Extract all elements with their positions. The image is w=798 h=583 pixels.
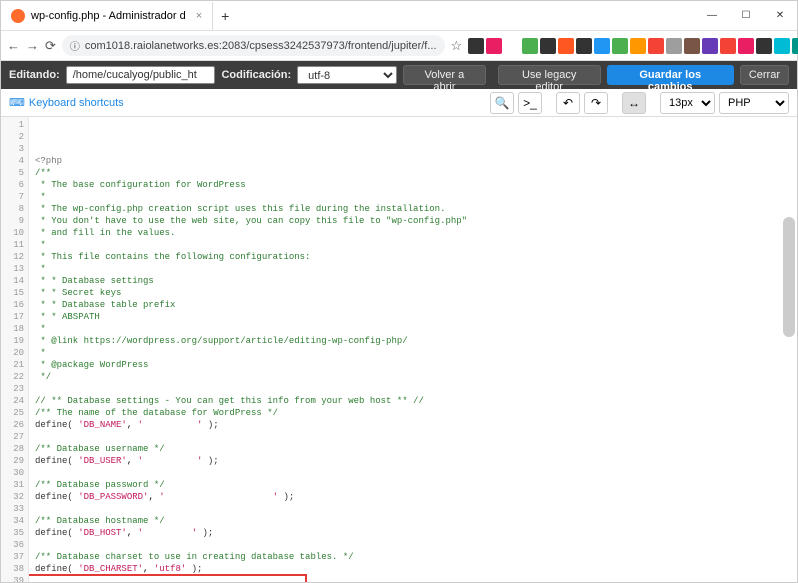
extension-icon[interactable] [666,38,682,54]
wrap-button[interactable]: ↔ [622,92,646,114]
extension-icon[interactable] [684,38,700,54]
browser-urlbar: ← → ⟳ ⓘ com1018.raiolanetworks.es:2083/c… [1,31,797,61]
search-button[interactable]: 🔍 [490,92,514,114]
extension-icon[interactable] [702,38,718,54]
code-content[interactable]: <?php/** * The base configuration for Wo… [29,117,797,582]
redo-button[interactable]: ↷ [584,92,608,114]
fontsize-select[interactable]: 13px [660,92,715,114]
lock-icon: ⓘ [70,38,81,53]
address-bar[interactable]: ⓘ com1018.raiolanetworks.es:2083/cpsess3… [62,35,445,56]
new-tab-button[interactable]: + [213,8,237,24]
browser-tab[interactable]: wp-config.php - Administrador d × [1,2,213,30]
extension-icon[interactable] [540,38,556,54]
close-button[interactable]: Cerrar [740,65,789,85]
code-editor[interactable]: 1234567891011121314151617181920212223242… [1,117,797,582]
extension-icon[interactable] [468,38,484,54]
bookmark-icon[interactable]: ☆ [451,35,463,57]
minimize-button[interactable]: — [695,2,729,30]
extension-icon[interactable] [738,38,754,54]
editing-label: Editando: [9,69,60,81]
undo-button[interactable]: ↶ [556,92,580,114]
close-window-button[interactable]: ✕ [763,2,797,30]
back-button[interactable]: ← [7,35,20,57]
language-select[interactable]: PHP [719,92,789,114]
extension-icon[interactable] [756,38,772,54]
maximize-button[interactable]: ☐ [729,2,763,30]
save-button[interactable]: Guardar los cambios [607,65,734,85]
extension-icon[interactable] [720,38,736,54]
keyboard-icon: ⌨ [9,96,25,109]
line-gutter: 1234567891011121314151617181920212223242… [1,117,29,582]
url-text: com1018.raiolanetworks.es:2083/cpsess324… [85,40,437,52]
terminal-button[interactable]: >_ [518,92,542,114]
extensions-row [468,38,798,54]
browser-titlebar: wp-config.php - Administrador d × + — ☐ … [1,1,797,31]
extension-icon[interactable] [792,38,798,54]
editor-topbar: Editando: /home/cucalyog/public_ht Codif… [1,61,797,89]
extension-icon[interactable] [594,38,610,54]
legacy-editor-button[interactable]: Use legacy editor [498,65,601,85]
encoding-select[interactable]: utf-8 [297,66,397,84]
extension-icon[interactable] [630,38,646,54]
extension-icon[interactable] [612,38,628,54]
extension-icon[interactable] [576,38,592,54]
vertical-scrollbar[interactable] [783,217,795,337]
reload-button[interactable]: ⟳ [45,35,56,57]
editor-toolbar: ⌨ Keyboard shortcuts 🔍 >_ ↶ ↷ ↔ 13px PHP [1,89,797,117]
tab-title: wp-config.php - Administrador d [31,10,186,22]
encoding-label: Codificación: [221,69,291,81]
extension-icon[interactable] [774,38,790,54]
close-tab-icon[interactable]: × [196,10,202,22]
extension-icon[interactable] [486,38,502,54]
keyboard-shortcuts-link[interactable]: ⌨ Keyboard shortcuts [9,96,124,109]
reopen-button[interactable]: Volver a abrir [403,65,486,85]
forward-button[interactable]: → [26,35,39,57]
extension-icon[interactable] [648,38,664,54]
cpanel-favicon [11,9,25,23]
extension-icon[interactable] [558,38,574,54]
file-path-input[interactable]: /home/cucalyog/public_ht [66,66,216,84]
extension-icon[interactable] [504,38,520,54]
extension-icon[interactable] [522,38,538,54]
